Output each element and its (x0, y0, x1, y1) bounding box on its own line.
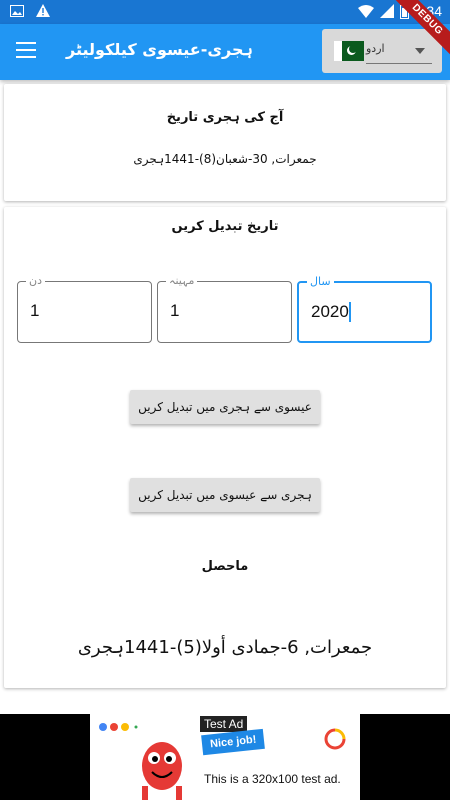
language-dropdown[interactable]: اردو (322, 29, 442, 73)
language-label: اردو (366, 42, 385, 55)
warning-icon (36, 4, 50, 17)
year-value: 2020 (311, 302, 349, 321)
result-heading: ماحصل (201, 559, 249, 574)
year-label: سال (307, 275, 334, 288)
app-title: ہجری-عیسوی کیلکولیٹر (66, 40, 253, 59)
wifi-icon (357, 5, 374, 18)
day-label: دن (26, 274, 45, 287)
status-bar: 8:34 (0, 0, 450, 24)
month-label: مہینہ (166, 274, 198, 287)
pakistan-flag-icon (334, 41, 364, 61)
dropdown-underline (366, 63, 432, 64)
convert-card: تاریخ تبدیل کریں (4, 207, 446, 688)
today-heading: آج کی ہجری تاریخ (166, 110, 284, 125)
signal-icon (379, 4, 394, 18)
hijri-to-gregorian-button[interactable]: ہجری سے عیسوی میں تبدیل کریں (130, 478, 320, 512)
month-value: 1 (170, 301, 180, 320)
ad-bubble: Nice job! (201, 728, 266, 756)
result-text: جمعرات, 6-جمادی أولا(5)-1441ہجری (77, 637, 373, 658)
day-field[interactable]: دن 1 (17, 274, 152, 343)
gregorian-to-hijri-button[interactable]: عیسوی سے ہجری میں تبدیل کریں (130, 390, 320, 424)
year-field[interactable]: سال 2020 (297, 275, 432, 343)
chevron-down-icon (415, 48, 425, 54)
ad-label: Test Ad (200, 716, 248, 732)
month-field[interactable]: مہینہ 1 (157, 274, 292, 343)
test-ad-banner[interactable]: Test Ad Nice job! This is a 320x100 test… (90, 714, 360, 800)
ad-logo-icon (324, 728, 346, 750)
today-date: جمعرات, 30-شعبان(8)-1441ہجری (133, 152, 317, 166)
image-icon (10, 4, 24, 17)
day-value: 1 (30, 301, 40, 320)
menu-icon[interactable] (16, 42, 36, 62)
text-cursor (349, 302, 351, 322)
convert-heading: تاریخ تبدیل کریں (171, 219, 279, 234)
mascot-icon (142, 742, 182, 800)
today-card: آج کی ہجری تاریخ جمعرات, 30-شعبان(8)-144… (4, 84, 446, 201)
app-bar: ہجری-عیسوی کیلکولیٹر اردو (0, 24, 450, 80)
ad-text: This is a 320x100 test ad. (204, 772, 341, 786)
